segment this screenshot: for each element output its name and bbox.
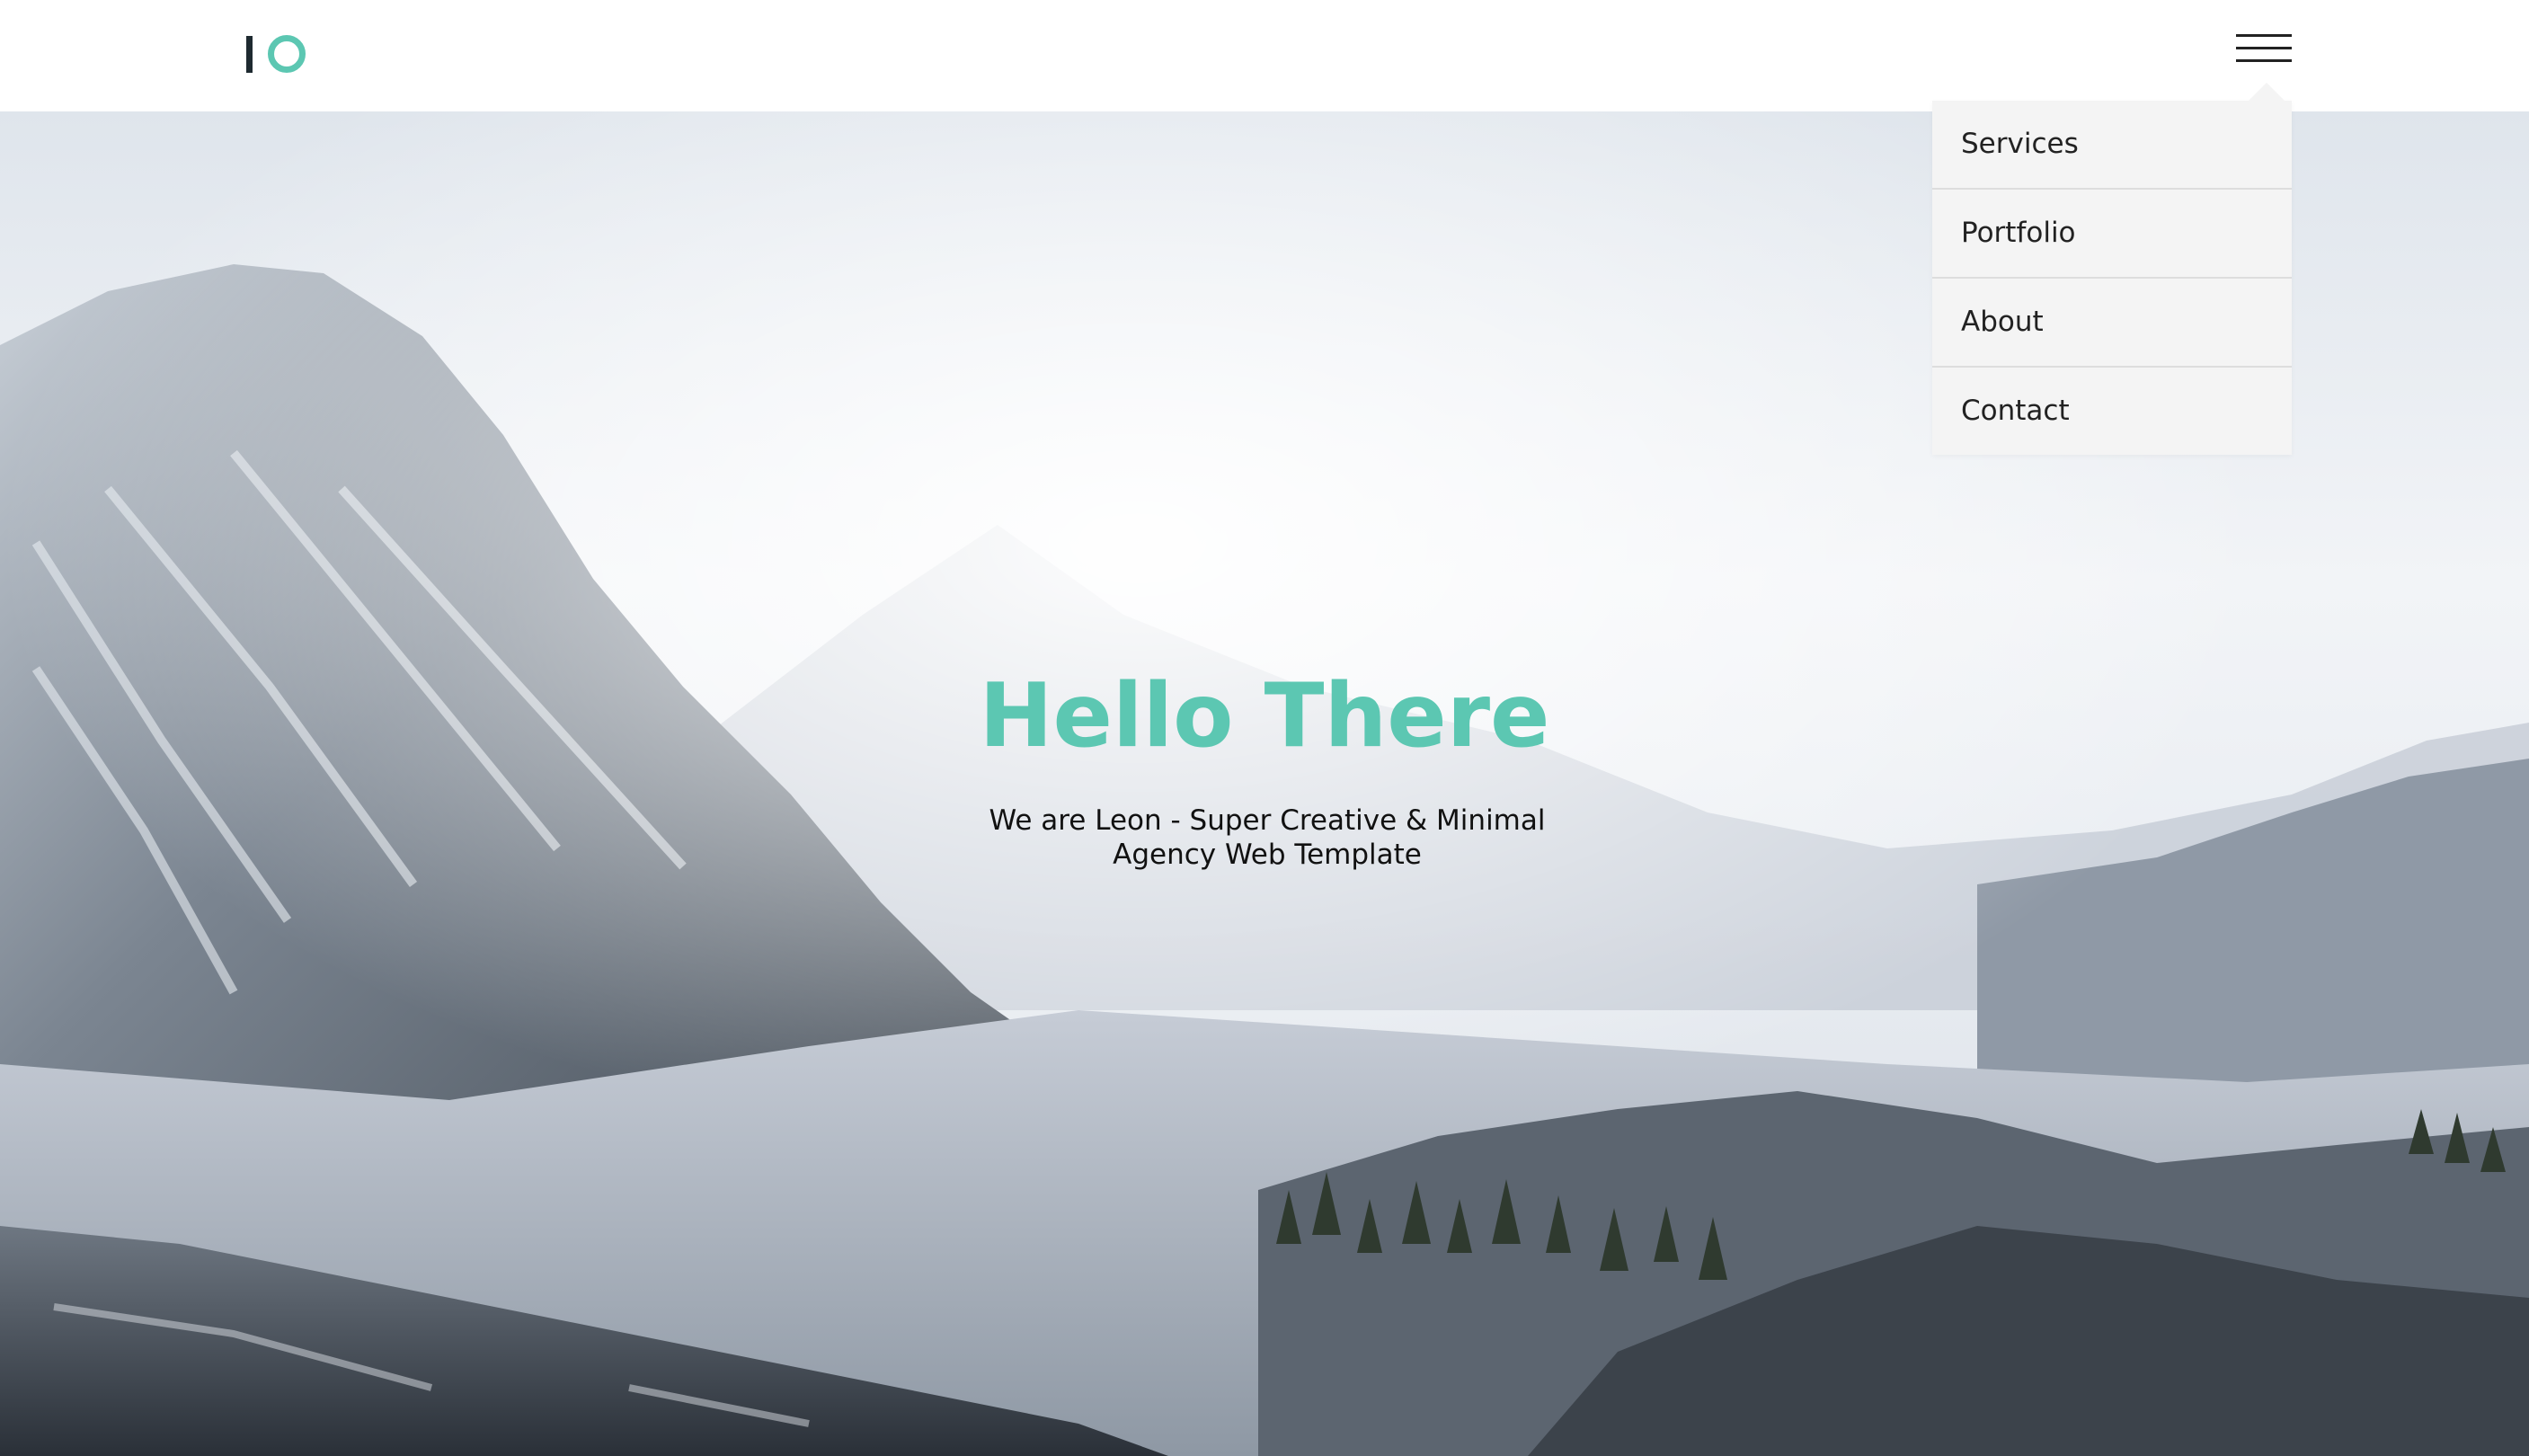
dropdown-caret-icon	[2249, 83, 2285, 101]
site-header	[0, 0, 2529, 111]
menu-item-about[interactable]: About	[1932, 279, 2292, 368]
page: Hello There We are Leon - Super Creative…	[0, 0, 2529, 1456]
hero-subtitle: We are Leon - Super Creative & Minimal A…	[989, 804, 1546, 871]
hamburger-menu-icon[interactable]	[2236, 32, 2292, 65]
menu-line	[2236, 34, 2292, 37]
menu-line	[2236, 59, 2292, 62]
logo[interactable]	[246, 33, 309, 75]
menu-item-portfolio[interactable]: Portfolio	[1932, 190, 2292, 279]
menu-item-services[interactable]: Services	[1932, 101, 2292, 190]
logo-bar-icon	[246, 36, 253, 73]
logo-ring-icon	[268, 35, 306, 73]
nav-dropdown-menu: Services Portfolio About Contact	[1932, 83, 2292, 455]
menu-item-contact[interactable]: Contact	[1932, 368, 2292, 455]
menu-line	[2236, 47, 2292, 49]
hero-title: Hello There	[979, 665, 1550, 768]
